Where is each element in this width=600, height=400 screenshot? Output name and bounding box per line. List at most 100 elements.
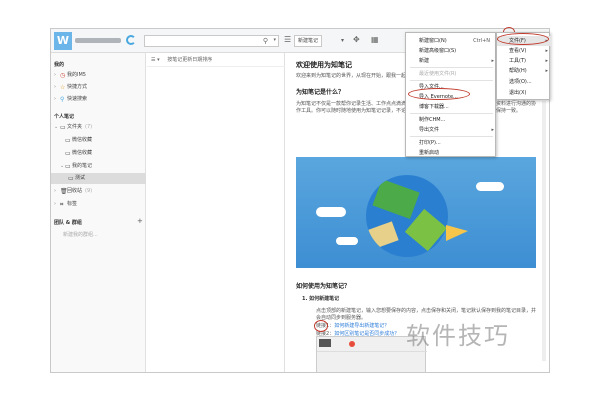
sidebar-item-label: 回收站: [67, 188, 83, 194]
illustration-image: [296, 157, 536, 268]
step-heading: 1. 如何新建笔记: [302, 296, 340, 302]
folder-icon: ▭: [60, 124, 66, 131]
sidebar-item-label: 测试: [75, 175, 86, 181]
section-heading: 如何使用为知笔记？: [296, 283, 351, 290]
menu-separator: [410, 80, 493, 81]
menu-item-tools[interactable]: 工具(T) ▸: [497, 56, 551, 66]
menu-item-new-window[interactable]: 新建窗口(N) Ctrl+N: [406, 36, 497, 46]
menu-item-label: 工具(T): [509, 58, 526, 64]
new-group-link[interactable]: 新建我的群组...: [63, 231, 98, 238]
cloud-shape: [316, 207, 346, 217]
menu-item-restart[interactable]: 重新启动: [406, 148, 497, 158]
menu-item-label: 制作CHM...: [419, 117, 446, 123]
avatar[interactable]: W: [54, 32, 72, 50]
sidebar-item-wechat-1[interactable]: ▭ 微信收藏: [51, 135, 146, 146]
help-link[interactable]: 如何新建导出新建笔记？: [334, 323, 389, 329]
sidebar-item-folders[interactable]: ⌄ ▭ 文件夹 (7): [51, 122, 146, 133]
paper-plane-icon: [446, 225, 468, 241]
sidebar-item-recent[interactable]: › ◷ 我的IM5: [51, 70, 146, 81]
menu-item-label: 新建窗口(N): [419, 38, 447, 44]
globe-icon: [366, 175, 448, 257]
menu-item-make-chm[interactable]: 制作CHM...: [406, 115, 497, 125]
sync-icon[interactable]: [126, 35, 136, 45]
cloud-shape: [476, 182, 504, 191]
menu-item-label: 选项(O)...: [509, 79, 532, 85]
star-icon: ☆: [60, 84, 66, 91]
sidebar-item-quick-search[interactable]: › ⚲ 快速搜索: [51, 94, 146, 105]
chevron-right-icon: ▸: [545, 58, 548, 64]
vertical-scrollbar[interactable]: [542, 101, 546, 361]
menu-item-exit[interactable]: 退出(X): [497, 88, 551, 98]
sidebar: 我的 › ◷ 我的IM5 › ☆ 快捷方式 › ⚲ 快速搜索 个人笔记 ⌄ ▭ …: [51, 53, 146, 372]
folder-icon: ▭: [68, 175, 74, 182]
menu-item-label: 查看(V): [509, 48, 527, 54]
item-count: (9): [85, 188, 93, 194]
menu-item-new-advanced[interactable]: 新建高级窗口(S): [406, 46, 497, 56]
username-blurred[interactable]: [75, 38, 121, 43]
marker-icon: [349, 341, 355, 347]
menu-item-label: 新建高级窗口(S): [419, 48, 457, 54]
sidebar-item-trash[interactable]: › 🗑 回收站 (9): [51, 186, 146, 197]
sidebar-item-label: 快速搜索: [67, 96, 88, 102]
menu-item-label: 导出文件: [419, 127, 440, 133]
chevron-down-icon: ⌄: [54, 124, 59, 130]
list-icon: ☰ ▾: [151, 57, 160, 63]
highlight-circle: [408, 88, 470, 100]
section-header: 团队 & 群组: [54, 220, 82, 226]
folder-icon: ▭: [65, 137, 71, 144]
search-icon: ⚲: [60, 96, 65, 103]
land-shape: [368, 221, 399, 249]
menu-separator: [410, 136, 493, 137]
add-group-button[interactable]: +: [137, 217, 143, 225]
folder-icon: ▭: [65, 150, 71, 157]
land-shape: [372, 179, 420, 219]
move-icon[interactable]: ✥: [353, 35, 360, 44]
note-list: ☰ ▾ 按笔记更新日期排序: [147, 53, 285, 372]
menu-item-export[interactable]: 导出文件 ▸: [406, 125, 497, 135]
sort-header[interactable]: ☰ ▾ 按笔记更新日期排序: [147, 53, 285, 67]
chevron-right-icon: ▸: [545, 48, 548, 54]
highlight-circle: [314, 320, 328, 332]
menu-item-new[interactable]: 新建 ▸: [406, 56, 497, 66]
menu-item-label: 退出(X): [509, 90, 527, 96]
sidebar-item-shortcuts[interactable]: › ☆ 快捷方式: [51, 82, 146, 93]
sidebar-item-test[interactable]: ▭ 测试: [51, 173, 146, 184]
menu-item-label: 新建: [419, 58, 430, 64]
menu-item-print[interactable]: 打印(P)...: [406, 138, 497, 148]
sidebar-item-label: 微信收藏: [72, 150, 93, 156]
clock-icon: ◷: [60, 72, 66, 79]
sidebar-item-tags[interactable]: › ⌗ 标签: [51, 199, 146, 210]
folder-icon: ▭: [65, 163, 71, 170]
search-icon[interactable]: ⚲: [263, 37, 268, 45]
menu-item-label: 打印(P)...: [419, 140, 441, 146]
search-input[interactable]: ⚲ ▾: [144, 35, 279, 47]
chevron-right-icon: ›: [54, 201, 56, 207]
sidebar-item-label: 标签: [67, 201, 78, 207]
menu-item-label: 重新启动: [419, 150, 440, 156]
divider: [317, 351, 427, 352]
section-heading: 为知笔记是什么？: [296, 89, 345, 96]
chevron-down-icon: ⌄: [60, 163, 65, 169]
sidebar-item-wechat-2[interactable]: ▭ 微信收藏: [51, 148, 146, 159]
new-note-button[interactable]: 新建笔记: [294, 35, 323, 47]
menu-item-label: 帮助(H): [509, 68, 527, 74]
item-count: (7): [85, 124, 93, 130]
menu-item-blog-downloader[interactable]: 博客下载器...: [406, 102, 497, 112]
sort-label: 按笔记更新日期排序: [167, 57, 213, 63]
menu-item-label: 最近使用文件(R): [419, 71, 457, 77]
cloud-shape: [336, 237, 358, 245]
menu-item-options[interactable]: 选项(O)...: [497, 77, 551, 87]
chevron-right-icon: ▸: [545, 68, 548, 74]
section-header: 个人笔记: [54, 114, 75, 120]
sidebar-item-label: 微信收藏: [72, 137, 93, 143]
menu-item-recent-files[interactable]: 最近使用文件(R): [406, 69, 497, 79]
menu-item-view[interactable]: 查看(V) ▸: [497, 46, 551, 56]
sidebar-item-my-notes[interactable]: ⌄ ▭ 我的笔记: [51, 161, 146, 172]
sidebar-item-label: 快捷方式: [67, 84, 88, 90]
chevron-down-icon[interactable]: ▾: [341, 37, 344, 44]
grid-view-icon[interactable]: ▦: [371, 35, 379, 44]
chevron-down-icon[interactable]: ▾: [273, 37, 276, 43]
chevron-right-icon: ▸: [491, 127, 494, 133]
chevron-right-icon: ›: [54, 84, 56, 90]
menu-item-help[interactable]: 帮助(H) ▸: [497, 66, 551, 76]
